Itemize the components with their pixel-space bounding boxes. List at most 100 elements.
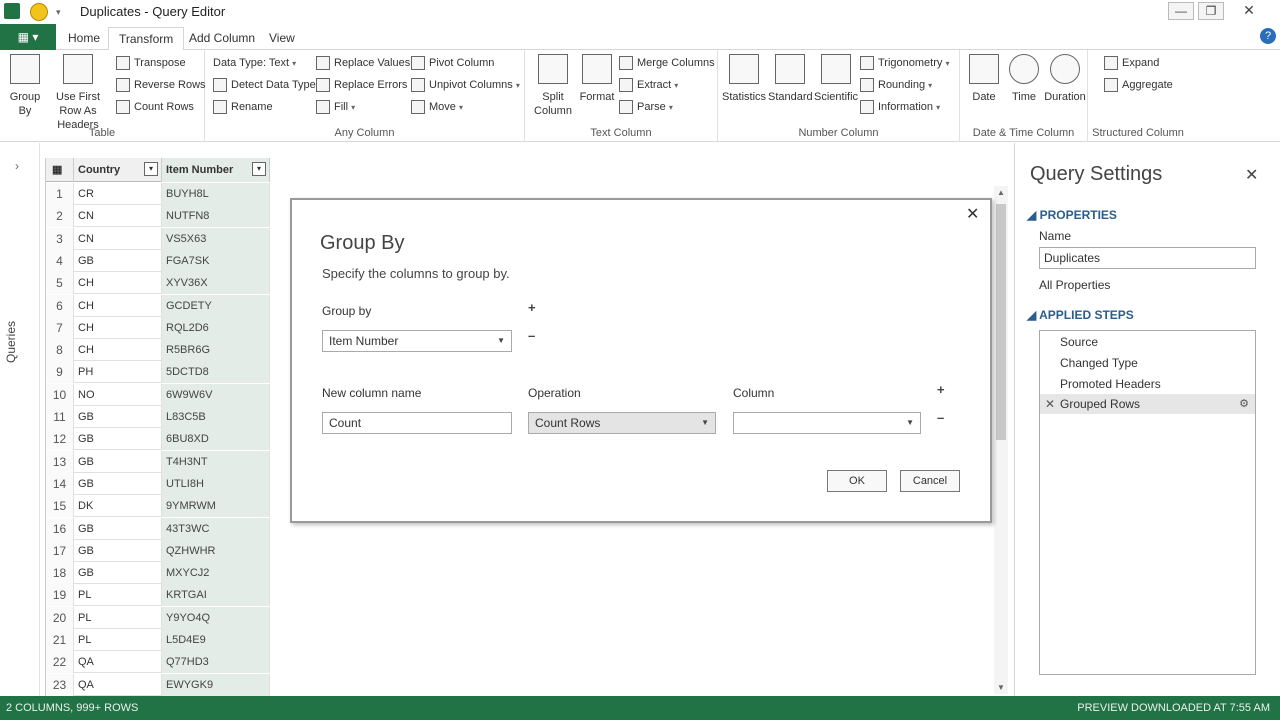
- add-aggregation-icon[interactable]: +: [937, 382, 945, 397]
- row-number[interactable]: 15: [46, 495, 74, 518]
- cell-item-number[interactable]: R5BR6G: [162, 339, 270, 362]
- cell-item-number[interactable]: 43T3WC: [162, 517, 270, 540]
- data-type-dropdown[interactable]: Data Type: Text ▾: [211, 54, 296, 72]
- cell-country[interactable]: QA: [74, 673, 162, 696]
- cell-country[interactable]: CH: [74, 339, 162, 362]
- table-row[interactable]: 6 CH GCDETY: [46, 294, 270, 317]
- scroll-up-icon[interactable]: ▲: [997, 188, 1005, 197]
- cell-item-number[interactable]: GCDETY: [162, 294, 270, 317]
- table-row[interactable]: 4 GB FGA7SK: [46, 249, 270, 272]
- cell-country[interactable]: GB: [74, 428, 162, 451]
- remove-aggregation-icon[interactable]: –: [937, 410, 944, 425]
- ok-button[interactable]: OK: [827, 470, 887, 492]
- queries-label[interactable]: Queries: [4, 321, 18, 363]
- information-button[interactable]: Information ▾: [860, 98, 940, 116]
- cell-item-number[interactable]: 6BU8XD: [162, 428, 270, 451]
- cell-country[interactable]: PH: [74, 361, 162, 384]
- table-row[interactable]: 13 GB T4H3NT: [46, 450, 270, 473]
- new-column-name-input[interactable]: Count: [322, 412, 512, 434]
- table-row[interactable]: 20 PL Y9YO4Q: [46, 606, 270, 629]
- applied-steps-header[interactable]: ◢ APPLIED STEPS: [1027, 308, 1134, 322]
- filter-dropdown-icon[interactable]: ▾: [144, 162, 158, 176]
- cancel-button[interactable]: Cancel: [900, 470, 960, 492]
- row-number[interactable]: 9: [46, 361, 74, 384]
- reverse-rows-button[interactable]: Reverse Rows: [116, 76, 206, 94]
- trigonometry-button[interactable]: Trigonometry ▾: [860, 54, 949, 72]
- add-grouping-icon[interactable]: +: [528, 300, 536, 315]
- table-row[interactable]: 2 CN NUTFN8: [46, 205, 270, 228]
- operation-select[interactable]: Count Rows ▼: [528, 412, 716, 434]
- row-number[interactable]: 13: [46, 450, 74, 473]
- parse-button[interactable]: Parse ▾: [619, 98, 673, 116]
- cell-item-number[interactable]: NUTFN8: [162, 205, 270, 228]
- cell-item-number[interactable]: Q77HD3: [162, 651, 270, 674]
- cell-country[interactable]: CH: [74, 316, 162, 339]
- table-row[interactable]: 3 CN VS5X63: [46, 227, 270, 250]
- cell-item-number[interactable]: T4H3NT: [162, 450, 270, 473]
- group-by-button[interactable]: Group By: [6, 54, 44, 118]
- scroll-down-icon[interactable]: ▼: [997, 683, 1005, 692]
- row-number[interactable]: 12: [46, 428, 74, 451]
- cell-item-number[interactable]: FGA7SK: [162, 249, 270, 272]
- cell-country[interactable]: GB: [74, 472, 162, 495]
- use-first-row-button[interactable]: Use First Row As Headers: [44, 54, 112, 132]
- fill-button[interactable]: Fill ▾: [316, 98, 355, 116]
- cell-item-number[interactable]: KRTGAI: [162, 584, 270, 607]
- cell-country[interactable]: CR: [74, 183, 162, 205]
- step-grouped-rows[interactable]: ✕ Grouped Rows ⚙: [1040, 394, 1255, 414]
- duration-button[interactable]: Duration: [1044, 54, 1086, 104]
- tab-transform[interactable]: Transform: [108, 27, 185, 51]
- replace-values-button[interactable]: Replace Values: [316, 54, 410, 72]
- filter-dropdown-icon[interactable]: ▾: [252, 162, 266, 176]
- cell-country[interactable]: GB: [74, 450, 162, 473]
- dialog-close-icon[interactable]: ✕: [966, 204, 979, 224]
- tab-home[interactable]: Home: [58, 27, 110, 50]
- cell-item-number[interactable]: L5D4E9: [162, 629, 270, 651]
- column-select[interactable]: ▼: [733, 412, 921, 434]
- tab-add-column[interactable]: Add Column: [179, 27, 265, 50]
- tab-view[interactable]: View: [259, 27, 305, 50]
- cell-item-number[interactable]: RQL2D6: [162, 316, 270, 339]
- quick-access-dropdown-icon[interactable]: ▾: [56, 3, 74, 21]
- table-row[interactable]: 14 GB UTLI8H: [46, 472, 270, 495]
- step-source[interactable]: Source: [1040, 332, 1255, 352]
- delete-step-icon[interactable]: ✕: [1045, 394, 1055, 414]
- time-button[interactable]: Time: [1004, 54, 1044, 104]
- table-row[interactable]: 18 GB MXYCJ2: [46, 562, 270, 585]
- table-row[interactable]: 8 CH R5BR6G: [46, 339, 270, 362]
- query-name-input[interactable]: Duplicates: [1039, 247, 1256, 269]
- table-row[interactable]: 16 GB 43T3WC: [46, 517, 270, 540]
- cell-item-number[interactable]: 5DCTD8: [162, 361, 270, 384]
- cell-country[interactable]: PL: [74, 629, 162, 651]
- expand-button[interactable]: Expand: [1104, 54, 1159, 72]
- cell-country[interactable]: PL: [74, 584, 162, 607]
- restore-button[interactable]: ❐: [1198, 2, 1224, 20]
- step-promoted-headers[interactable]: Promoted Headers: [1040, 374, 1255, 394]
- scientific-button[interactable]: Scientific: [814, 54, 858, 104]
- cell-country[interactable]: CN: [74, 205, 162, 228]
- cell-item-number[interactable]: 9YMRWM: [162, 495, 270, 518]
- table-menu-icon[interactable]: ▦: [46, 158, 74, 182]
- cell-country[interactable]: GB: [74, 539, 162, 562]
- smiley-icon[interactable]: [30, 3, 48, 21]
- row-number[interactable]: 10: [46, 383, 74, 406]
- statistics-button[interactable]: Statistics: [722, 54, 766, 104]
- all-properties-link[interactable]: All Properties: [1039, 278, 1110, 292]
- split-column-button[interactable]: Split Column: [531, 54, 575, 118]
- table-row[interactable]: 10 NO 6W9W6V: [46, 383, 270, 406]
- row-number[interactable]: 14: [46, 472, 74, 495]
- cell-item-number[interactable]: EWYGK9: [162, 673, 270, 696]
- table-row[interactable]: 5 CH XYV36X: [46, 272, 270, 295]
- cell-item-number[interactable]: MXYCJ2: [162, 562, 270, 585]
- pivot-column-button[interactable]: Pivot Column: [411, 54, 494, 72]
- table-row[interactable]: 21 PL L5D4E9: [46, 629, 270, 651]
- remove-grouping-icon[interactable]: –: [528, 328, 535, 343]
- format-button[interactable]: Format: [577, 54, 617, 104]
- cell-item-number[interactable]: XYV36X: [162, 272, 270, 295]
- merge-columns-button[interactable]: Merge Columns: [619, 54, 715, 72]
- row-number[interactable]: 6: [46, 294, 74, 317]
- row-number[interactable]: 2: [46, 205, 74, 228]
- minimize-button[interactable]: —: [1168, 2, 1194, 20]
- group-by-select[interactable]: Item Number ▼: [322, 330, 512, 352]
- cell-country[interactable]: GB: [74, 249, 162, 272]
